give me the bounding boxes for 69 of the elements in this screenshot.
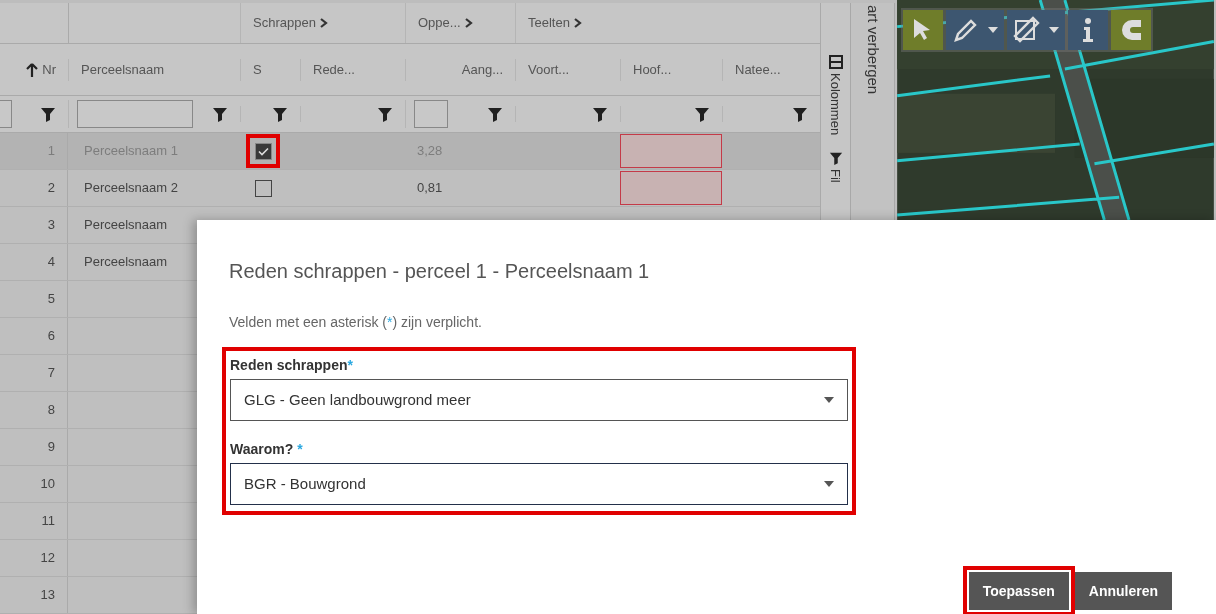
- chevron-icon: [573, 18, 582, 29]
- filter-icon[interactable]: [40, 105, 56, 122]
- invalid-cell[interactable]: [620, 134, 722, 169]
- filter-field[interactable]: [77, 99, 193, 128]
- side-tab[interactable]: Fil: [825, 151, 846, 183]
- row-number: 3: [47, 216, 55, 235]
- filter-icon: [828, 151, 843, 166]
- caret-icon: [988, 27, 998, 33]
- filter-icon[interactable]: [592, 105, 608, 122]
- column-header[interactable]: Nr: [26, 59, 56, 80]
- hint-text: Velden met een asterisk (*) zijn verplicht.: [229, 313, 482, 332]
- row-number: 4: [47, 253, 55, 272]
- columns-icon: [828, 55, 843, 69]
- filter-icon[interactable]: [487, 105, 503, 122]
- column-header[interactable]: Natee...: [735, 59, 781, 80]
- map-tool-button[interactable]: [903, 10, 943, 50]
- column-group-header[interactable]: Teelten: [524, 13, 586, 33]
- field-label: Waarom? *: [230, 440, 303, 459]
- dropdown-field[interactable]: GLG - Geen landbouwgrond meer: [230, 379, 848, 421]
- row-number: 13: [40, 586, 55, 605]
- column-header[interactable]: Voort...: [528, 59, 570, 80]
- row-number: 11: [41, 512, 55, 531]
- row-number: 10: [40, 475, 55, 494]
- map-toggle[interactable]: art verbergen: [861, 5, 884, 95]
- filter-icon[interactable]: [694, 105, 710, 122]
- table-cell-text: 0,81: [417, 179, 443, 198]
- column-group-header[interactable]: Schrappen: [249, 13, 332, 33]
- filter-icon[interactable]: [272, 105, 288, 122]
- field-label: Reden schrappen*: [230, 356, 353, 375]
- column-header[interactable]: Perceelsnaam: [81, 59, 165, 80]
- row-number: 6: [47, 327, 55, 346]
- column-group-header[interactable]: Oppe...: [414, 13, 477, 33]
- column-header[interactable]: Rede...: [313, 59, 355, 80]
- filter-field[interactable]: [414, 99, 448, 128]
- map-tool-button[interactable]: [1111, 10, 1151, 50]
- filter-icon[interactable]: [792, 105, 808, 122]
- map-tool-button[interactable]: [946, 10, 1004, 50]
- row-number: 9: [47, 438, 55, 457]
- ruler-icon: [1013, 16, 1041, 44]
- map-tool-button[interactable]: [1068, 10, 1108, 50]
- filter-icon[interactable]: [377, 105, 393, 122]
- checkbox[interactable]: [254, 142, 272, 160]
- side-tab[interactable]: Kolommen: [825, 55, 846, 136]
- map-tool-button[interactable]: [1007, 10, 1065, 50]
- dropdown-field[interactable]: BGR - Bouwgrond: [230, 463, 848, 505]
- caret-icon: [1049, 27, 1059, 33]
- filter-field[interactable]: [0, 99, 12, 128]
- chevron-icon: [319, 18, 328, 29]
- caret-icon: [824, 397, 834, 403]
- caret-icon: [824, 481, 834, 487]
- table-cell-text: Perceelsnaam: [84, 216, 168, 235]
- dialog-button[interactable]: Annuleren: [1074, 572, 1172, 610]
- column-header[interactable]: S: [253, 59, 262, 80]
- table-cell-text: Perceelsnaam 2: [84, 179, 178, 198]
- dialog-title: Reden schrappen - perceel 1 - Perceelsnaam 1: [229, 259, 651, 284]
- row-number: 12: [40, 549, 55, 568]
- filter-icon[interactable]: [212, 105, 228, 122]
- check-icon: [257, 146, 269, 156]
- table-cell-text: Perceelsnaam: [84, 253, 168, 272]
- table-row[interactable]: 2 Perceelsnaam 2 0,81: [0, 170, 820, 208]
- column-header[interactable]: Hoof...: [633, 59, 672, 80]
- row-number: 7: [47, 364, 55, 383]
- checkbox[interactable]: [254, 179, 272, 197]
- invalid-cell[interactable]: [620, 171, 722, 206]
- row-number: 2: [47, 179, 55, 198]
- row-number: 8: [47, 401, 55, 420]
- column-header[interactable]: Aang...: [461, 59, 503, 80]
- chevron-icon: [464, 18, 473, 29]
- row-number: 5: [47, 290, 55, 309]
